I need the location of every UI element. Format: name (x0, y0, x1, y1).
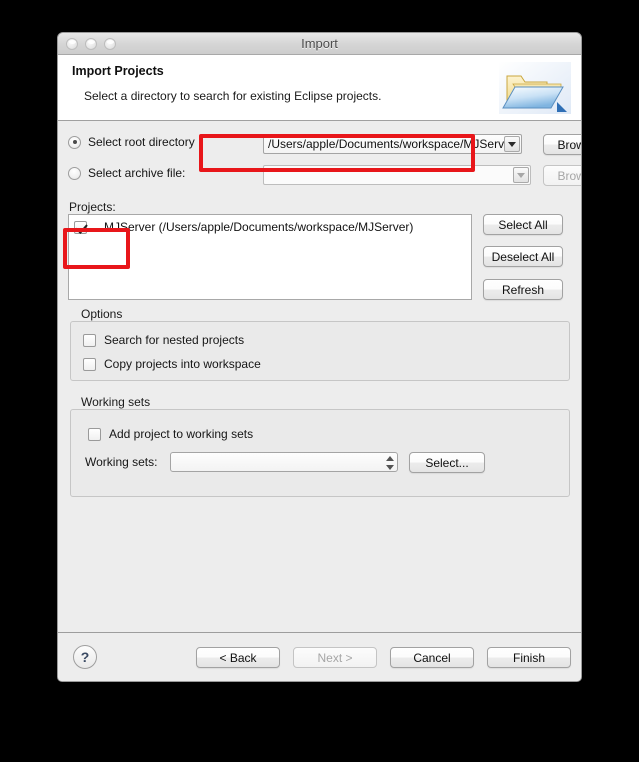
options-group (70, 321, 570, 381)
window-titlebar[interactable]: Import (58, 33, 581, 55)
browse-directory-button[interactable]: Browse... (543, 134, 581, 155)
import-dialog: Import Import Projects Select a director… (57, 32, 582, 682)
project-name: MJServer (/Users/apple/Documents/workspa… (104, 220, 414, 234)
screenshot-root: Import Import Projects Select a director… (0, 0, 639, 762)
options-group-label: Options (81, 307, 123, 321)
working-sets-combo-label: Working sets: (85, 455, 158, 469)
root-directory-radio[interactable] (68, 135, 81, 149)
import-folder-icon (499, 62, 571, 114)
help-icon[interactable]: ? (73, 645, 97, 669)
add-to-working-sets-row[interactable]: Add project to working sets (88, 427, 253, 441)
root-directory-value: /Users/apple/Documents/workspace/MJServe (268, 137, 511, 151)
projects-label: Projects: (69, 200, 116, 214)
search-nested-projects-checkbox[interactable] (83, 333, 96, 347)
projects-listbox[interactable]: MJServer (/Users/apple/Documents/workspa… (68, 214, 472, 300)
search-nested-projects-row[interactable]: Search for nested projects (83, 333, 244, 347)
archive-file-radio[interactable] (68, 166, 81, 180)
cancel-button[interactable]: Cancel (390, 647, 474, 668)
refresh-button[interactable]: Refresh (483, 279, 563, 300)
stepper-icon[interactable] (385, 456, 394, 470)
finish-button[interactable]: Finish (487, 647, 571, 668)
archive-file-label: Select archive file: (88, 166, 186, 180)
search-nested-projects-label: Search for nested projects (104, 333, 245, 347)
chevron-down-icon-archive[interactable] (513, 167, 529, 183)
back-button[interactable]: < Back (196, 647, 280, 668)
page-title: Import Projects (72, 64, 164, 78)
wizard-header: Import Projects Select a directory to se… (58, 55, 581, 121)
select-all-button[interactable]: Select All (483, 214, 563, 235)
chevron-down-icon[interactable] (504, 136, 520, 152)
archive-file-combo[interactable] (263, 165, 531, 185)
root-directory-label: Select root directory (88, 135, 195, 149)
copy-projects-row[interactable]: Copy projects into workspace (83, 357, 261, 371)
select-working-set-button[interactable]: Select... (409, 452, 485, 473)
add-to-working-sets-label: Add project to working sets (109, 427, 254, 441)
project-checkbox[interactable] (74, 220, 87, 234)
browse-archive-button: Browse... (543, 165, 581, 186)
dialog-footer: ? < Back Next > Cancel Finish (58, 632, 581, 681)
add-to-working-sets-checkbox[interactable] (88, 427, 101, 441)
next-button: Next > (293, 647, 377, 668)
archive-file-radio-row[interactable]: Select archive file: (68, 166, 185, 180)
list-item[interactable]: MJServer (/Users/apple/Documents/workspa… (69, 218, 471, 236)
root-directory-combo[interactable]: /Users/apple/Documents/workspace/MJServe (263, 134, 522, 154)
copy-projects-label: Copy projects into workspace (104, 357, 261, 371)
window-title: Import (301, 36, 338, 51)
root-directory-radio-row[interactable]: Select root directory (68, 135, 195, 149)
copy-projects-checkbox[interactable] (83, 357, 96, 371)
page-subtitle: Select a directory to search for existin… (84, 89, 382, 103)
dialog-body: Select root directory /Users/apple/Docum… (58, 121, 581, 632)
working-sets-group-label: Working sets (81, 395, 151, 409)
deselect-all-button[interactable]: Deselect All (483, 246, 563, 267)
working-sets-combo[interactable] (170, 452, 398, 472)
